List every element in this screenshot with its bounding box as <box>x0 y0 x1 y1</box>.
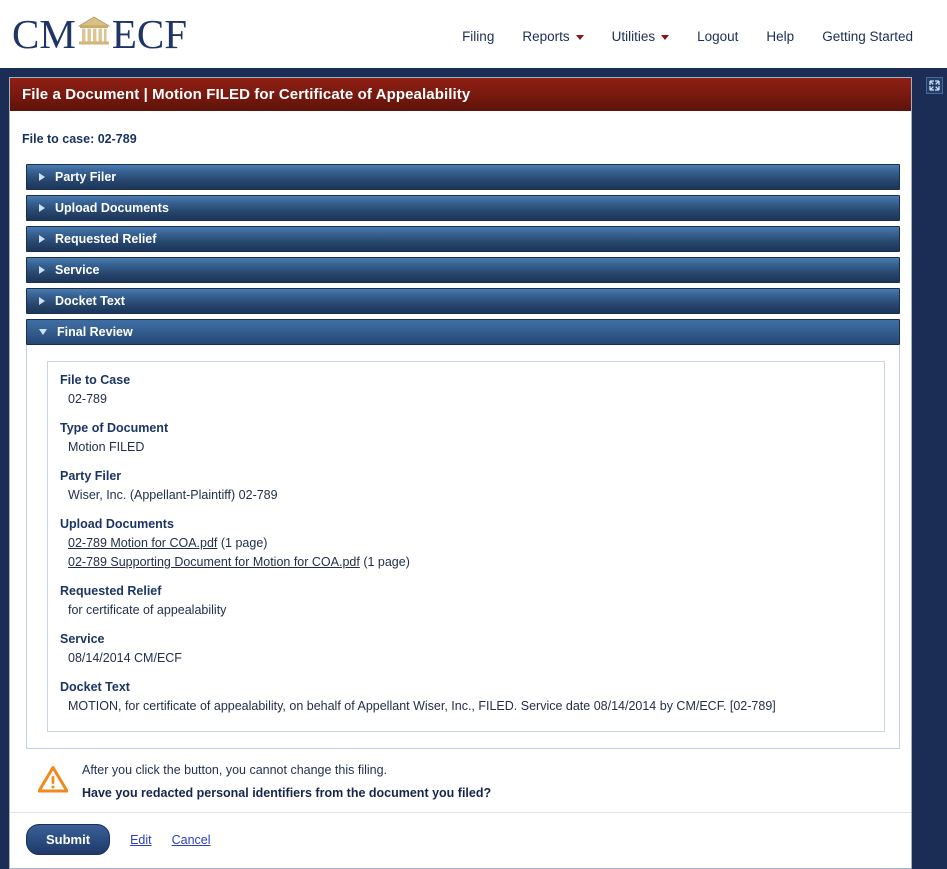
chevron-down-icon <box>39 329 47 335</box>
field-label: Docket Text <box>60 679 130 694</box>
page-background: File a Document | Motion FILED for Certi… <box>0 68 947 869</box>
review-summary-box: File to Case 02-789 Type of Document Mot… <box>47 361 885 732</box>
accordion-section-party-filer[interactable]: Party Filer <box>26 164 900 190</box>
review-field-type-of-document: Type of Document Motion FILED <box>60 421 870 456</box>
accordion-label: Final Review <box>57 325 133 339</box>
accordion-label: Service <box>55 263 100 277</box>
file-to-case-line: File to case: 02-789 <box>22 132 137 146</box>
nav-label: Utilities <box>611 28 656 44</box>
nav-label: Help <box>766 28 795 44</box>
nav-label: Getting Started <box>822 28 913 44</box>
accordion-label: Docket Text <box>55 294 125 308</box>
cancel-link[interactable]: Cancel <box>172 833 211 847</box>
chevron-right-icon <box>39 297 45 305</box>
field-label: Type of Document <box>60 421 169 436</box>
field-value: for certificate of appealability <box>68 602 227 617</box>
accordion-section-upload-documents[interactable]: Upload Documents <box>26 195 900 221</box>
document-list-item: 02-789 Motion for COA.pdf (1 page) <box>60 534 870 552</box>
content-card: File a Document | Motion FILED for Certi… <box>9 77 912 869</box>
window-title-bar: File a Document | Motion FILED for Certi… <box>10 78 911 111</box>
review-field-party-filer: Party Filer Wiser, Inc. (Appellant-Plain… <box>60 469 870 504</box>
document-page-count: (1 page) <box>363 554 410 569</box>
fullscreen-expand-icon[interactable] <box>926 77 943 94</box>
chevron-right-icon <box>39 173 45 181</box>
logo-text-ecf: ECF <box>111 10 188 57</box>
warning-line-2: Have you redacted personal identifiers f… <box>82 786 492 800</box>
submit-button[interactable]: Submit <box>26 824 111 855</box>
nav-item-getting-started[interactable]: Getting Started <box>808 25 927 48</box>
accordion-section-docket-text[interactable]: Docket Text <box>26 288 900 314</box>
edit-link[interactable]: Edit <box>130 833 152 847</box>
document-list-item: 02-789 Supporting Document for Motion fo… <box>60 553 870 571</box>
page-title: File a Document | Motion FILED for Certi… <box>22 86 471 103</box>
final-review-panel: File to Case 02-789 Type of Document Mot… <box>26 345 900 749</box>
field-label: File to Case <box>60 373 131 387</box>
nav-label: Filing <box>462 28 495 44</box>
field-label: Requested Relief <box>60 583 162 598</box>
nav-item-logout[interactable]: Logout <box>683 25 752 48</box>
accordion-label: Party Filer <box>55 170 117 184</box>
chevron-right-icon <box>39 266 45 274</box>
field-label: Upload Documents <box>60 517 174 532</box>
field-value: Wiser, Inc. (Appellant-Plaintiff) 02-789 <box>68 488 278 503</box>
field-label: Service <box>60 631 105 646</box>
warning-text: After you click the button, you cannot c… <box>82 763 491 800</box>
document-page-count: (1 page) <box>220 536 268 551</box>
filing-accordion: Party Filer Upload Documents Requested R… <box>10 146 911 749</box>
review-field-service: Service 08/14/2014 CM/ECF <box>60 632 870 667</box>
nav-label: Reports <box>522 28 570 44</box>
accordion-label: Upload Documents <box>55 201 169 215</box>
field-value: MOTION, for certificate of appealability… <box>68 698 776 713</box>
field-label: Party Filer <box>60 469 122 484</box>
field-value: 08/14/2014 CM/ECF <box>68 650 182 665</box>
cmecf-logo: CM ECF <box>8 10 188 57</box>
review-field-upload-documents: Upload Documents 02-789 Motion for COA.p… <box>60 517 870 570</box>
chevron-right-icon <box>39 235 45 243</box>
chevron-down-icon <box>661 34 670 40</box>
nav-item-filing[interactable]: Filing <box>448 25 508 48</box>
logo-text-cm: CM <box>12 10 76 57</box>
document-link[interactable]: 02-789 Supporting Document for Motion fo… <box>68 555 360 569</box>
field-value: 02-789 <box>68 392 107 406</box>
action-button-row: Submit Edit Cancel <box>10 813 911 868</box>
warning-line-1: After you click the button, you cannot c… <box>82 763 388 777</box>
nav-label: Logout <box>697 28 739 44</box>
nav-item-utilities[interactable]: Utilities <box>598 25 684 48</box>
chevron-down-icon <box>575 34 584 40</box>
accordion-section-final-review[interactable]: Final Review <box>26 319 900 345</box>
chevron-right-icon <box>39 204 45 212</box>
review-field-requested-relief: Requested Relief for certificate of appe… <box>60 584 870 619</box>
review-field-file-to-case: File to Case 02-789 <box>60 373 870 408</box>
app-header: CM ECF Filing Reports Utilities Logout H… <box>0 0 947 68</box>
redaction-warning: After you click the button, you cannot c… <box>10 749 911 813</box>
review-field-docket-text: Docket Text MOTION, for certificate of a… <box>60 680 870 715</box>
accordion-section-requested-relief[interactable]: Requested Relief <box>26 226 900 252</box>
main-navigation: Filing Reports Utilities Logout Help Get… <box>448 25 941 48</box>
document-link[interactable]: 02-789 Motion for COA.pdf <box>68 536 217 550</box>
warning-triangle-icon <box>37 765 69 798</box>
accordion-label: Requested Relief <box>55 232 157 246</box>
accordion-section-service[interactable]: Service <box>26 257 900 283</box>
field-value: Motion FILED <box>68 440 145 455</box>
nav-item-help[interactable]: Help <box>752 25 808 48</box>
courthouse-icon <box>77 14 111 55</box>
nav-item-reports[interactable]: Reports <box>508 25 597 48</box>
